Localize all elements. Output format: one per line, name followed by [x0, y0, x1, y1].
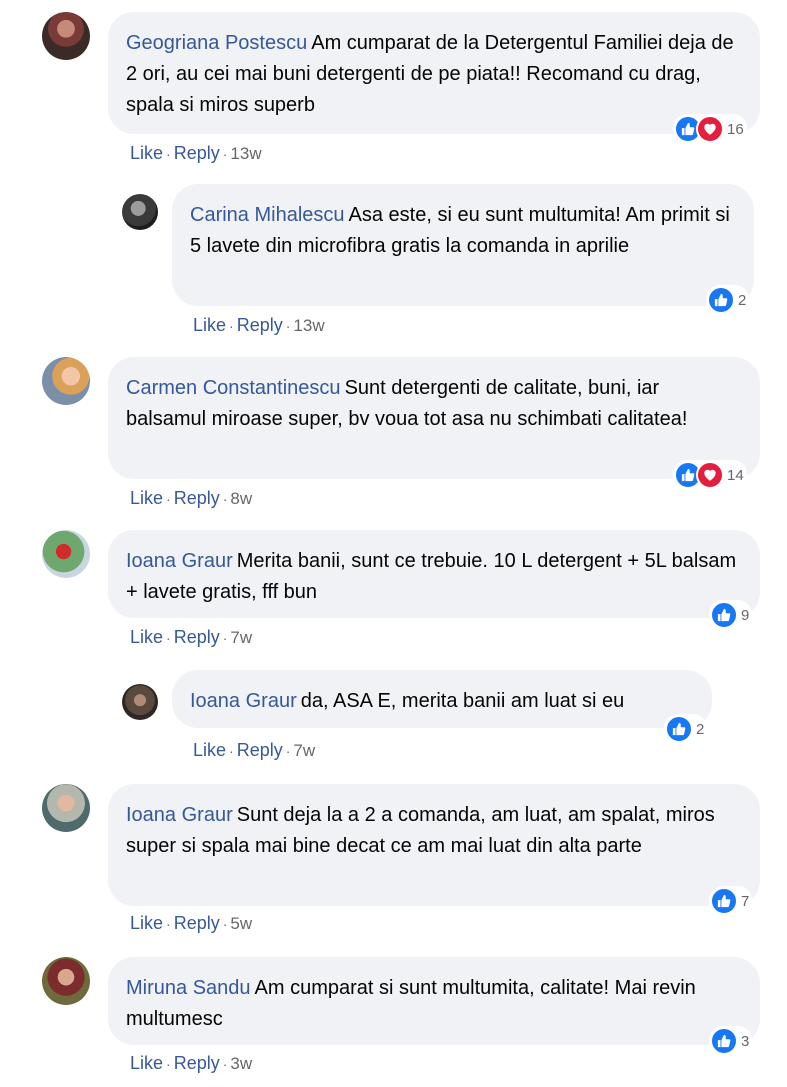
comment-actions: Like · Reply · 13w	[130, 143, 262, 163]
comment-time[interactable]: 13w	[230, 144, 261, 163]
reply-button[interactable]: Reply	[237, 740, 283, 760]
love-icon	[696, 115, 724, 143]
like-button[interactable]: Like	[130, 488, 163, 508]
comment-time[interactable]: 13w	[293, 316, 324, 335]
comment-time[interactable]: 7w	[230, 628, 252, 647]
comment-author[interactable]: Geogriana Postescu	[126, 32, 307, 54]
avatar[interactable]	[42, 357, 90, 405]
comment-time[interactable]: 7w	[293, 741, 315, 760]
reaction-summary[interactable]: 16	[673, 114, 747, 144]
reaction-summary[interactable]: 2	[706, 285, 750, 315]
reaction-count: 9	[741, 606, 750, 624]
reaction-count: 7	[741, 892, 750, 910]
reply-button[interactable]: Reply	[174, 627, 220, 647]
avatar[interactable]	[122, 684, 158, 720]
reply-button[interactable]: Reply	[174, 913, 220, 933]
comment-actions: Like · Reply · 5w	[130, 913, 253, 933]
comment-actions: Like · Reply · 8w	[130, 488, 253, 508]
comment-bubble: Geogriana Postescu Am cumparat de la Dete…	[108, 12, 760, 134]
reaction-count: 3	[741, 1032, 750, 1050]
reaction-summary[interactable]: 14	[673, 460, 747, 490]
reaction-count: 2	[696, 720, 705, 738]
reply-button[interactable]: Reply	[174, 488, 220, 508]
like-button[interactable]: Like	[130, 913, 163, 933]
comment-bubble: Ioana Graur da, ASA E, merita banii am lu…	[172, 670, 712, 728]
comment-actions: Like · Reply · 13w	[193, 315, 325, 335]
comment-time[interactable]: 5w	[230, 914, 252, 933]
like-icon	[710, 887, 738, 915]
reaction-summary[interactable]: 7	[709, 886, 753, 916]
reply-button[interactable]: Reply	[237, 315, 283, 335]
avatar[interactable]	[42, 784, 90, 832]
reaction-count: 16	[727, 120, 744, 138]
reaction-summary[interactable]: 9	[709, 600, 753, 630]
comment-bubble: Carina Mihalescu Asa este, si eu sunt mul…	[172, 184, 754, 306]
avatar[interactable]	[42, 957, 90, 1005]
avatar[interactable]	[42, 530, 90, 578]
like-icon	[710, 601, 738, 629]
comment-actions: Like · Reply · 3w	[130, 1053, 253, 1073]
comment-bubble: Carmen Constantinescu Sunt detergenti de …	[108, 357, 760, 479]
like-button[interactable]: Like	[130, 143, 163, 163]
comment-text: da, ASA E, merita banii am luat si eu	[300, 690, 625, 712]
comment-actions: Like · Reply · 7w	[130, 627, 253, 647]
comment-bubble: Ioana Graur Sunt deja la a 2 a comanda, a…	[108, 784, 760, 906]
avatar[interactable]	[42, 12, 90, 60]
like-button[interactable]: Like	[130, 1053, 163, 1073]
comment-actions: Like · Reply · 7w	[193, 740, 316, 760]
comment-bubble: Miruna Sandu Am cumparat si sunt multumit…	[108, 957, 760, 1045]
reaction-summary[interactable]: 3	[709, 1026, 753, 1056]
love-icon	[696, 461, 724, 489]
reply-button[interactable]: Reply	[174, 143, 220, 163]
reply-button[interactable]: Reply	[174, 1053, 220, 1073]
comment-author[interactable]: Miruna Sandu	[126, 977, 251, 999]
reaction-summary[interactable]: 2	[664, 714, 708, 744]
like-button[interactable]: Like	[193, 740, 226, 760]
reaction-count: 2	[738, 291, 747, 309]
comment-author[interactable]: Ioana Graur	[190, 690, 297, 712]
comment-time[interactable]: 8w	[230, 489, 252, 508]
like-button[interactable]: Like	[193, 315, 226, 335]
reaction-count: 14	[727, 466, 744, 484]
like-icon	[707, 286, 735, 314]
comment-bubble: Ioana Graur Merita banii, sunt ce trebuie…	[108, 530, 760, 618]
comment-author[interactable]: Ioana Graur	[126, 804, 233, 826]
comment-author[interactable]: Carina Mihalescu	[190, 204, 345, 226]
avatar[interactable]	[122, 194, 158, 230]
comment-author[interactable]: Ioana Graur	[126, 550, 233, 572]
comment-time[interactable]: 3w	[230, 1054, 252, 1073]
comment-author[interactable]: Carmen Constantinescu	[126, 377, 341, 399]
like-button[interactable]: Like	[130, 627, 163, 647]
like-icon	[665, 715, 693, 743]
like-icon	[710, 1027, 738, 1055]
